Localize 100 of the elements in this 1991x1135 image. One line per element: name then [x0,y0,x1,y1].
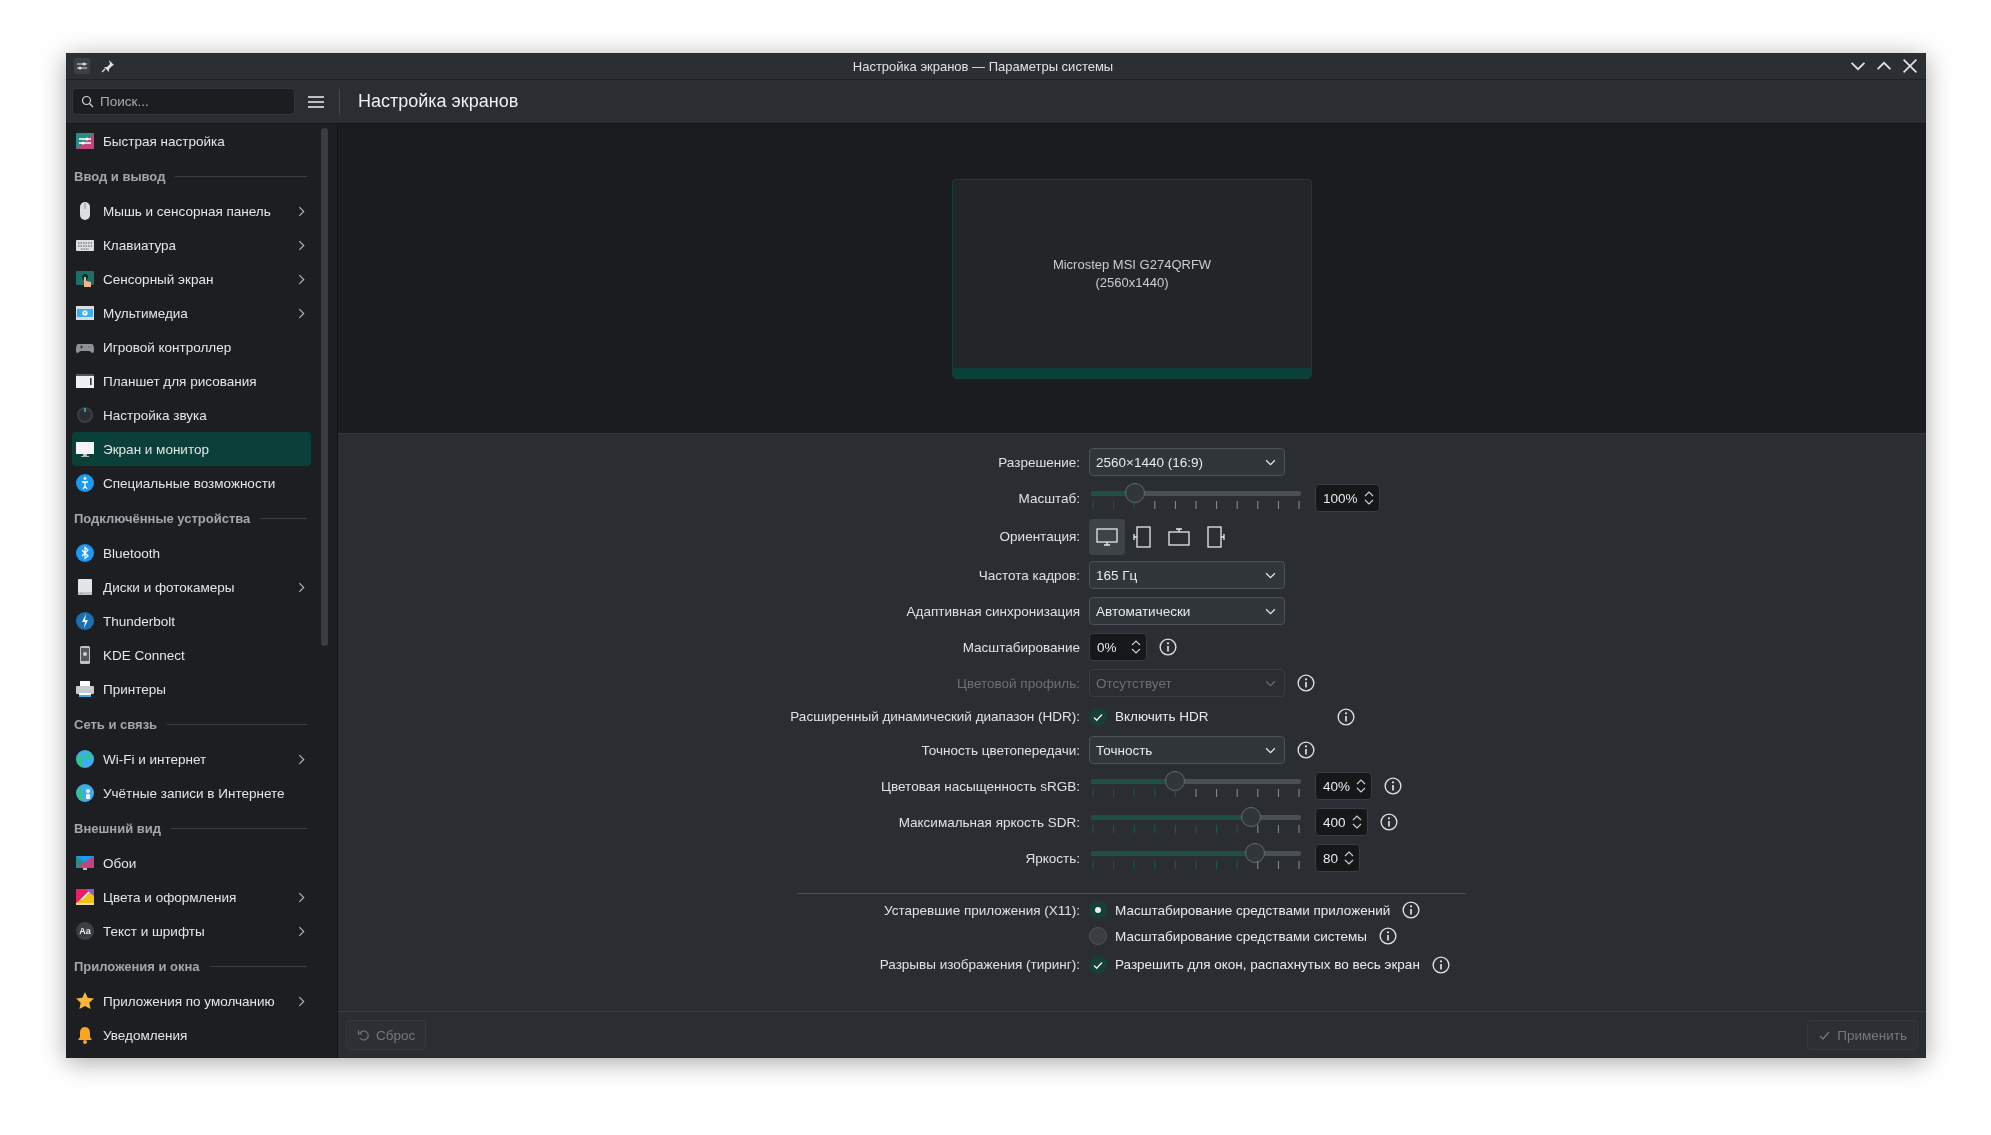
stepper-arrows-icon[interactable] [1131,639,1141,655]
sidebar-item[interactable]: KDE Connect [72,638,311,672]
info-icon[interactable] [1379,927,1398,945]
sidebar-item[interactable]: Уведомления [72,1018,311,1052]
globe-icon [75,749,95,769]
pin-icon[interactable] [100,58,116,74]
inverted-monitor-icon [1168,527,1190,546]
sidebar-item[interactable]: Диски и фотокамеры [72,570,311,604]
scrollbar[interactable] [321,128,328,646]
sidebar-item[interactable]: Настройка звука [72,398,311,432]
sidebar-item[interactable]: Клавиатура [72,228,311,262]
info-icon[interactable] [1379,813,1398,831]
palette-icon [75,887,95,907]
stepper-arrows-icon[interactable] [1363,490,1374,506]
slider-handle[interactable] [1240,807,1261,827]
setting-label: Разрывы изображения (тиринг): [879,957,1080,972]
info-icon[interactable] [1384,777,1403,795]
checkbox[interactable] [1089,707,1107,726]
radio-button[interactable] [1089,901,1107,919]
dropdown[interactable]: 2560×1440 (16:9) [1089,448,1285,476]
dropdown[interactable]: Точность [1089,736,1285,764]
info-icon[interactable] [1337,707,1355,726]
bell-icon [75,1025,95,1045]
section-heading: Ввод и вывод [74,168,166,184]
monitor-resolution: (2560x1440) [1095,274,1169,292]
hand-icon [75,269,95,289]
stepper-arrows-icon[interactable] [1356,778,1367,794]
sidebar-item[interactable]: Цвета и оформления [72,880,311,914]
chevron-right-icon [296,205,307,217]
bluetooth-icon [75,543,95,563]
monitor-preview[interactable]: Microstep MSI G274QRFW (2560x1440) [952,179,1312,379]
dropdown[interactable]: 165 Гц [1089,561,1285,589]
spin-box[interactable]: 80 [1315,844,1361,872]
sidebar-item[interactable]: Сенсорный экран [72,262,311,296]
spin-box[interactable]: 100% [1315,484,1380,512]
sidebar-item[interactable]: Игровой контроллер [72,330,311,364]
chevron-right-icon [296,307,307,319]
sidebar-item[interactable]: Экран и монитор [72,432,311,466]
checkbox[interactable] [1089,955,1107,974]
sidebar-item[interactable]: Приложения по умолчанию [72,984,311,1018]
portrait-monitor-icon [1207,525,1225,548]
radio-button[interactable] [1089,927,1107,945]
stepper-arrows-icon[interactable] [1344,850,1355,866]
sidebar-item[interactable]: Wi-Fi и интернет [72,742,311,776]
setting-label: Частота кадров: [978,567,1080,583]
sidebar-item[interactable]: Быстрая настройка [72,124,311,158]
search-field[interactable]: Поиск... [72,88,295,115]
setting-label: Разрешение: [998,454,1080,470]
section-heading: Приложения и окна [74,958,200,974]
info-icon[interactable] [1402,901,1421,919]
radio-label: Масштабирование средствами приложений [1115,902,1391,918]
setting-label: Яркость: [1025,850,1080,866]
setting-label: Устаревшие приложения (X11): [884,902,1080,918]
wallpaper-icon [75,853,95,873]
sidebar-item[interactable]: Учётные записи в Интернете [72,776,311,810]
info-icon[interactable] [1297,741,1315,759]
accessibility-icon [75,473,95,493]
sidebar-item[interactable]: Мышь и сенсорная панель [72,194,311,228]
slider-handle[interactable] [1165,771,1185,791]
sidebar-item[interactable]: Мультимедиа [72,296,311,330]
setting-label: Масштаб: [1018,490,1080,506]
chevron-right-icon [296,925,307,937]
spin-box[interactable]: 40% [1315,772,1373,800]
chevron-right-icon [296,753,307,765]
dropdown[interactable]: Автоматически [1089,597,1285,625]
menu-icon[interactable] [307,93,325,110]
sidebar-item[interactable]: Специальные возможности [72,466,311,500]
setting-label: Цветовая насыщенность sRGB: [881,778,1080,794]
sidebar-item[interactable]: Thunderbolt [72,604,311,638]
setting-label: Цветовой профиль: [956,675,1080,691]
page-title: Настройка экранов [358,91,519,112]
spin-box[interactable]: 400 [1315,808,1368,836]
slider[interactable] [1089,808,1303,836]
orientation-button[interactable] [1089,518,1125,555]
checkbox-label: Разрешить для окон, распахнутых во весь экран [1115,957,1420,972]
sliders-icon[interactable] [74,58,90,74]
setting-label: Адаптивная синхронизация [906,603,1080,619]
sidebar-item[interactable]: Принтеры [72,672,311,706]
setting-label: Расширенный динамический диапазон (HDR): [790,709,1080,724]
slider-handle[interactable] [1125,483,1146,503]
sidebar-item[interactable]: Aa Текст и шрифты [72,914,311,948]
stepper-arrows-icon[interactable] [1351,814,1362,830]
chevron-right-icon [296,581,307,593]
section-heading: Внешний вид [74,820,161,836]
slider[interactable] [1089,484,1303,512]
chevron-right-icon [296,995,307,1007]
info-icon[interactable] [1431,955,1450,974]
section-heading: Сеть и связь [74,716,158,732]
font-icon: Aa [75,921,95,941]
sidebar-item[interactable]: Bluetooth [72,536,311,570]
spin-box[interactable]: 0% [1089,633,1147,661]
info-icon[interactable] [1159,638,1177,656]
slider[interactable] [1089,772,1303,800]
sidebar-item[interactable]: Обои [72,846,311,880]
slider-handle[interactable] [1244,843,1265,863]
sliders-icon [75,131,95,151]
drawing-tablet-icon [75,371,95,391]
sidebar-item[interactable]: Планшет для рисования [72,364,311,398]
close-icon [1902,58,1918,74]
slider[interactable] [1089,844,1303,872]
